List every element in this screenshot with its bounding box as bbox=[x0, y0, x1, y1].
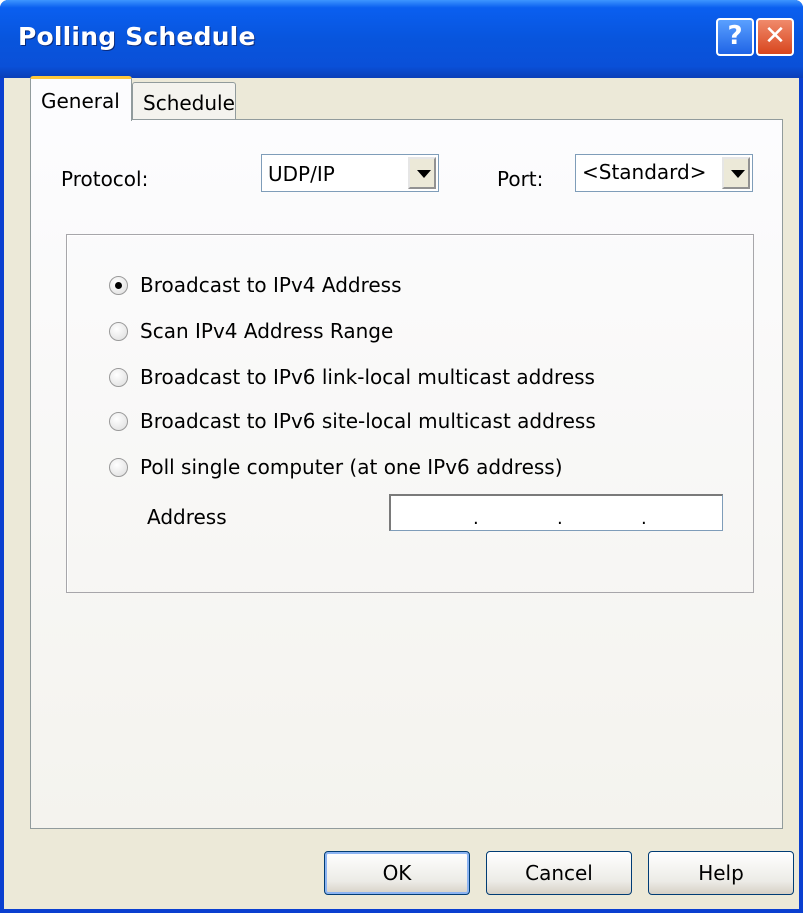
port-label: Port: bbox=[497, 167, 544, 191]
question-mark-icon: ? bbox=[727, 21, 743, 51]
protocol-select[interactable]: UDP/IP bbox=[261, 154, 439, 192]
radio-button[interactable] bbox=[109, 412, 128, 431]
radio-label: Poll single computer (at one IPv6 addres… bbox=[140, 455, 563, 479]
general-tab-panel: Protocol: UDP/IP Port: <Standard> Broadc… bbox=[30, 119, 783, 829]
chevron-down-icon bbox=[731, 170, 745, 178]
protocol-dropdown-button[interactable] bbox=[408, 157, 436, 189]
radio-label: Broadcast to IPv6 link-local multicast a… bbox=[140, 365, 595, 389]
radio-label: Broadcast to IPv4 Address bbox=[140, 273, 402, 297]
chevron-down-icon bbox=[417, 170, 431, 178]
address-input[interactable]: . . . bbox=[389, 494, 723, 531]
radio-label: Broadcast to IPv6 site-local multicast a… bbox=[140, 409, 596, 433]
close-icon: ✕ bbox=[764, 21, 786, 51]
port-select[interactable]: <Standard> bbox=[575, 154, 753, 192]
protocol-select-value: UDP/IP bbox=[268, 162, 335, 186]
address-separator: . bbox=[557, 508, 563, 529]
radio-button[interactable] bbox=[109, 322, 128, 341]
ok-button[interactable]: OK bbox=[324, 851, 470, 895]
polling-mode-group: Broadcast to IPv4 Address Scan IPv4 Addr… bbox=[66, 234, 754, 593]
radio-button[interactable] bbox=[109, 458, 128, 477]
window-title: Polling Schedule bbox=[18, 22, 256, 51]
tab-schedule[interactable]: Schedule bbox=[132, 82, 236, 120]
radio-button[interactable] bbox=[109, 276, 128, 295]
port-select-value: <Standard> bbox=[582, 160, 707, 184]
help-button[interactable]: Help bbox=[648, 851, 794, 895]
title-bar[interactable]: Polling Schedule ? ✕ bbox=[0, 0, 803, 78]
port-dropdown-button[interactable] bbox=[722, 157, 750, 189]
address-label: Address bbox=[147, 505, 227, 529]
address-separator: . bbox=[473, 508, 479, 529]
cancel-button[interactable]: Cancel bbox=[486, 851, 632, 895]
radio-button[interactable] bbox=[109, 368, 128, 387]
tab-general[interactable]: General bbox=[30, 76, 132, 121]
close-button[interactable]: ✕ bbox=[756, 18, 794, 56]
help-title-button[interactable]: ? bbox=[716, 18, 754, 56]
address-separator: . bbox=[641, 508, 647, 529]
protocol-label: Protocol: bbox=[61, 167, 149, 191]
radio-label: Scan IPv4 Address Range bbox=[140, 319, 394, 343]
polling-schedule-dialog: Polling Schedule ? ✕ General Schedule Pr… bbox=[0, 0, 803, 913]
radio-selected-dot bbox=[115, 282, 122, 289]
